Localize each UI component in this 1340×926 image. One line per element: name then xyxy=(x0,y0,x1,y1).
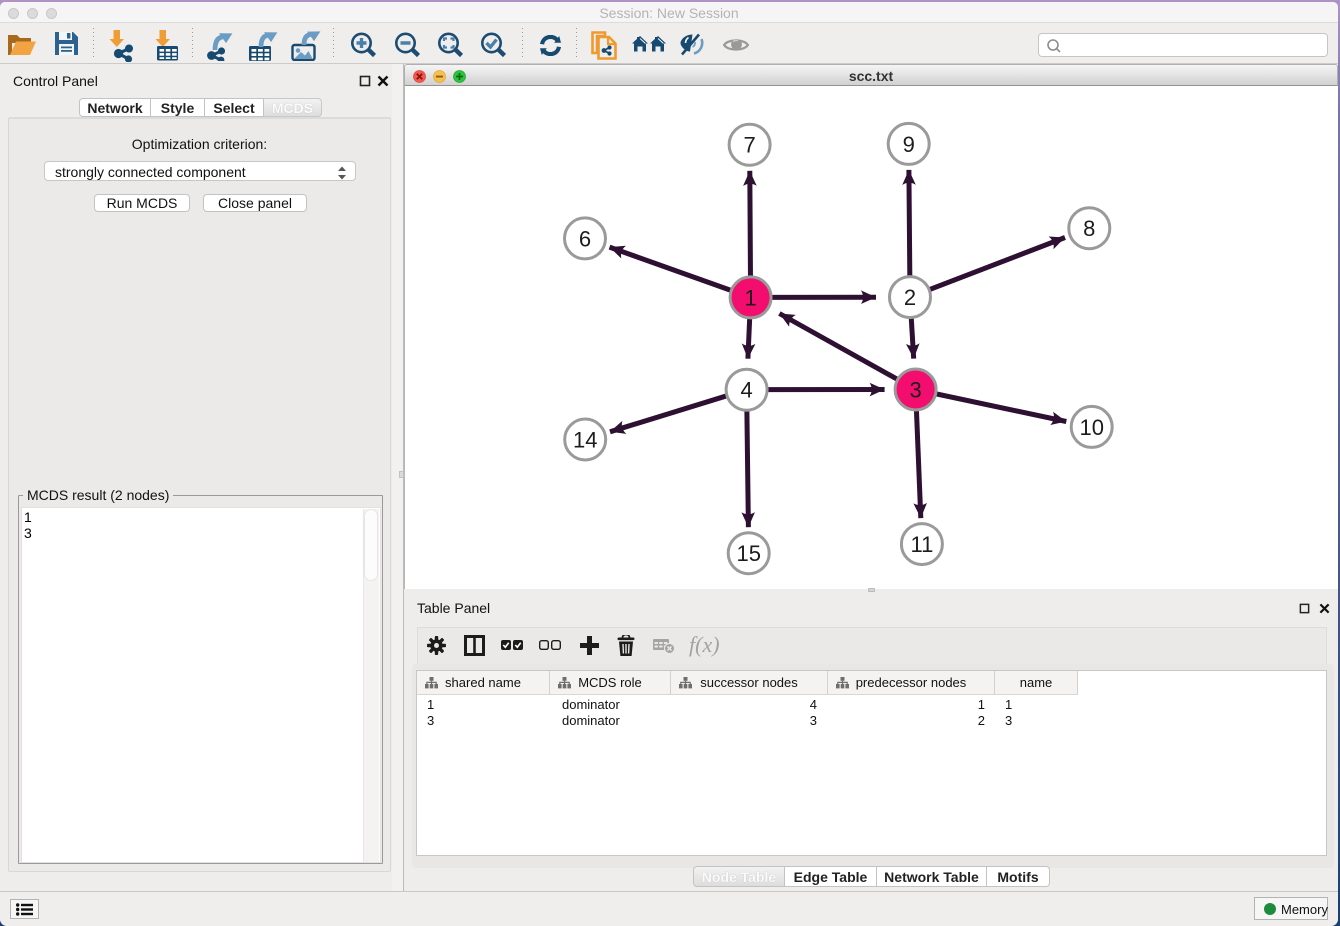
svg-text:11: 11 xyxy=(910,532,933,557)
svg-text:14: 14 xyxy=(573,427,597,452)
svg-text:10: 10 xyxy=(1079,415,1103,440)
svg-text:2: 2 xyxy=(904,285,916,310)
svg-text:8: 8 xyxy=(1083,216,1095,241)
svg-text:3: 3 xyxy=(909,377,921,402)
svg-text:6: 6 xyxy=(579,226,591,251)
svg-text:1: 1 xyxy=(744,285,756,310)
svg-text:7: 7 xyxy=(743,133,755,158)
svg-text:15: 15 xyxy=(736,541,760,566)
svg-text:9: 9 xyxy=(903,132,915,157)
svg-text:4: 4 xyxy=(740,378,752,403)
